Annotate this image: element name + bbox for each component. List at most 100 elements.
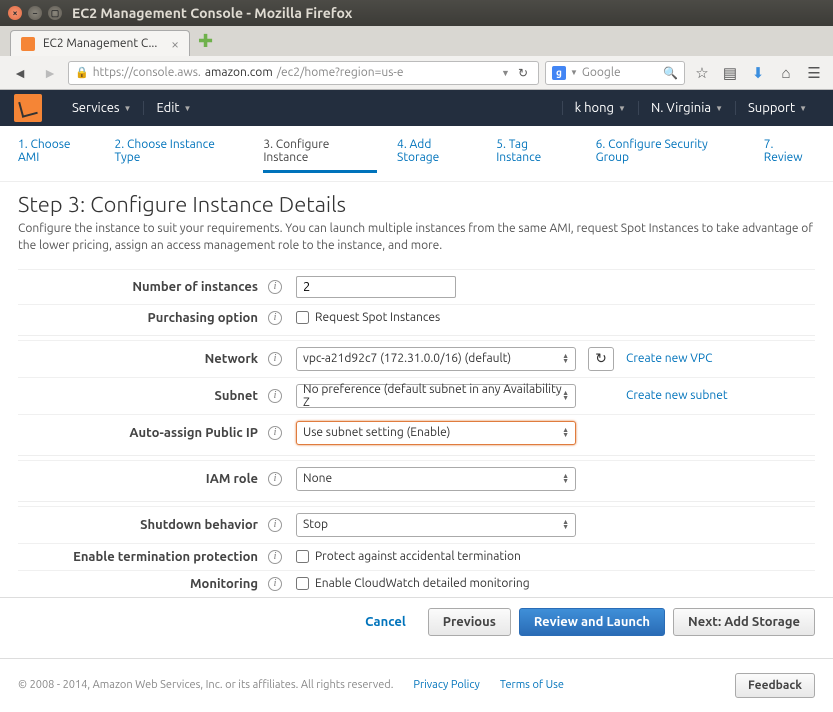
row-purchasing-option: Purchasing option i Request Spot Instanc… [18, 304, 815, 331]
search-engine-dropdown-icon[interactable]: ▼ [570, 68, 578, 77]
aws-favicon-icon [21, 37, 35, 51]
window-controls: × − ▢ [8, 6, 62, 20]
address-bar[interactable]: 🔒 https://console.aws.amazon.com/ec2/hom… [68, 61, 539, 85]
feedback-button[interactable]: Feedback [735, 673, 815, 698]
dropdown-icon[interactable]: ▼ [501, 68, 510, 78]
downloads-icon[interactable]: ⬇ [747, 62, 769, 84]
services-label: Services [72, 101, 120, 115]
info-icon[interactable]: i [268, 472, 282, 486]
support-menu[interactable]: Support ▼ [735, 101, 819, 115]
google-icon: g [552, 66, 566, 80]
wizard-steps: 1. Choose AMI 2. Choose Instance Type 3.… [0, 126, 833, 182]
spinner-icon: ▲▼ [562, 474, 569, 484]
window-titlebar: × − ▢ EC2 Management Console - Mozilla F… [0, 0, 833, 26]
home-icon[interactable]: ⌂ [775, 62, 797, 84]
row-number-of-instances: Number of instances i [18, 269, 815, 304]
row-public-ip: Auto-assign Public IP i Use subnet setti… [18, 414, 815, 451]
copyright-text: © 2008 - 2014, Amazon Web Services, Inc.… [18, 679, 393, 691]
services-menu[interactable]: Services ▼ [60, 101, 143, 115]
caret-down-icon: ▼ [715, 104, 723, 113]
step-review[interactable]: 7. Review [764, 138, 815, 173]
browser-tabbar: EC2 Management C... × ✚ [0, 26, 833, 56]
spinner-icon: ▲▼ [562, 428, 569, 438]
edit-menu[interactable]: Edit ▼ [143, 101, 203, 115]
network-value: vpc-a21d92c7 (172.31.0.0/16) (default) [303, 352, 511, 365]
step-tag-instance[interactable]: 5. Tag Instance [496, 138, 575, 173]
info-icon[interactable]: i [268, 426, 282, 440]
page-description: Configure the instance to suit your requ… [18, 221, 815, 255]
content: Step 3: Configure Instance Details Confi… [0, 182, 833, 597]
label-shutdown-behavior: Shutdown behavior [18, 518, 268, 532]
row-network: Network i vpc-a21d92c7 (172.31.0.0/16) (… [18, 340, 815, 377]
row-monitoring: Monitoring i Enable CloudWatch detailed … [18, 570, 815, 597]
info-icon[interactable]: i [268, 311, 282, 325]
user-menu[interactable]: k hong ▼ [562, 101, 638, 115]
label-purchasing-option: Purchasing option [18, 311, 268, 325]
shutdown-behavior-value: Stop [303, 518, 328, 531]
info-icon[interactable]: i [268, 389, 282, 403]
step-choose-instance-type[interactable]: 2. Choose Instance Type [115, 138, 244, 173]
iam-role-select[interactable]: None ▲▼ [296, 467, 576, 491]
user-label: k hong [575, 101, 614, 115]
search-box[interactable]: g ▼ Google 🔍 [545, 61, 685, 85]
refresh-network-button[interactable]: ↻ [588, 347, 614, 371]
create-subnet-link[interactable]: Create new subnet [626, 389, 728, 402]
shutdown-behavior-select[interactable]: Stop ▲▼ [296, 513, 576, 537]
label-termination-protection: Enable termination protection [18, 550, 268, 564]
bookmark-star-icon[interactable]: ☆ [691, 62, 713, 84]
privacy-policy-link[interactable]: Privacy Policy [413, 679, 479, 691]
browser-toolbar: ◄ ► 🔒 https://console.aws.amazon.com/ec2… [0, 56, 833, 90]
step-choose-ami[interactable]: 1. Choose AMI [18, 138, 95, 173]
create-vpc-link[interactable]: Create new VPC [626, 352, 712, 365]
subnet-select[interactable]: No preference (default subnet in any Ava… [296, 384, 576, 408]
review-and-launch-button[interactable]: Review and Launch [519, 608, 665, 636]
public-ip-select[interactable]: Use subnet setting (Enable) ▲▼ [296, 421, 576, 445]
page-footer: © 2008 - 2014, Amazon Web Services, Inc.… [0, 658, 833, 712]
region-label: N. Virginia [651, 101, 711, 115]
reload-button[interactable]: ↻ [514, 66, 532, 80]
next-add-storage-button[interactable]: Next: Add Storage [673, 608, 815, 636]
region-menu[interactable]: N. Virginia ▼ [638, 101, 735, 115]
back-button[interactable]: ◄ [8, 61, 32, 85]
aws-header: Services ▼ Edit ▼ k hong ▼ N. Virginia ▼… [0, 90, 833, 126]
browser-tab[interactable]: EC2 Management C... × [10, 30, 190, 56]
step-add-storage[interactable]: 4. Add Storage [397, 138, 476, 173]
search-placeholder: Google [582, 66, 621, 79]
monitoring-label: Enable CloudWatch detailed monitoring [315, 577, 530, 590]
row-termination-protection: Enable termination protection i Protect … [18, 543, 815, 570]
info-icon[interactable]: i [268, 352, 282, 366]
forward-button[interactable]: ► [38, 61, 62, 85]
info-icon[interactable]: i [268, 280, 282, 294]
new-tab-button[interactable]: ✚ [198, 31, 213, 52]
window-title: EC2 Management Console - Mozilla Firefox [72, 5, 352, 21]
window-maximize-button[interactable]: ▢ [48, 6, 62, 20]
step-configure-instance[interactable]: 3. Configure Instance [263, 138, 377, 173]
label-monitoring: Monitoring [18, 577, 268, 591]
step-configure-security-group[interactable]: 6. Configure Security Group [596, 138, 744, 173]
wizard-footer: Cancel Previous Review and Launch Next: … [0, 597, 833, 646]
previous-button[interactable]: Previous [428, 608, 511, 636]
search-icon[interactable]: 🔍 [663, 66, 678, 80]
network-select[interactable]: vpc-a21d92c7 (172.31.0.0/16) (default) ▲… [296, 347, 576, 371]
info-icon[interactable]: i [268, 577, 282, 591]
termination-protection-label: Protect against accidental termination [315, 550, 521, 563]
menu-icon[interactable]: ☰ [803, 62, 825, 84]
info-icon[interactable]: i [268, 518, 282, 532]
spot-instances-label: Request Spot Instances [315, 311, 440, 324]
window-close-button[interactable]: × [8, 6, 22, 20]
info-icon[interactable]: i [268, 550, 282, 564]
spinner-icon: ▲▼ [562, 354, 569, 364]
row-shutdown-behavior: Shutdown behavior i Stop ▲▼ [18, 506, 815, 543]
number-of-instances-input[interactable] [296, 276, 456, 298]
aws-logo-icon[interactable] [14, 94, 42, 122]
window-minimize-button[interactable]: − [28, 6, 42, 20]
page-title: Step 3: Configure Instance Details [18, 192, 815, 217]
tab-close-button[interactable]: × [171, 36, 179, 52]
monitoring-checkbox[interactable] [296, 577, 309, 590]
termination-protection-checkbox[interactable] [296, 550, 309, 563]
caret-down-icon: ▼ [184, 104, 192, 113]
cancel-button[interactable]: Cancel [351, 609, 420, 635]
terms-of-use-link[interactable]: Terms of Use [500, 679, 564, 691]
spot-instances-checkbox[interactable] [296, 311, 309, 324]
reader-icon[interactable]: ▤ [719, 62, 741, 84]
